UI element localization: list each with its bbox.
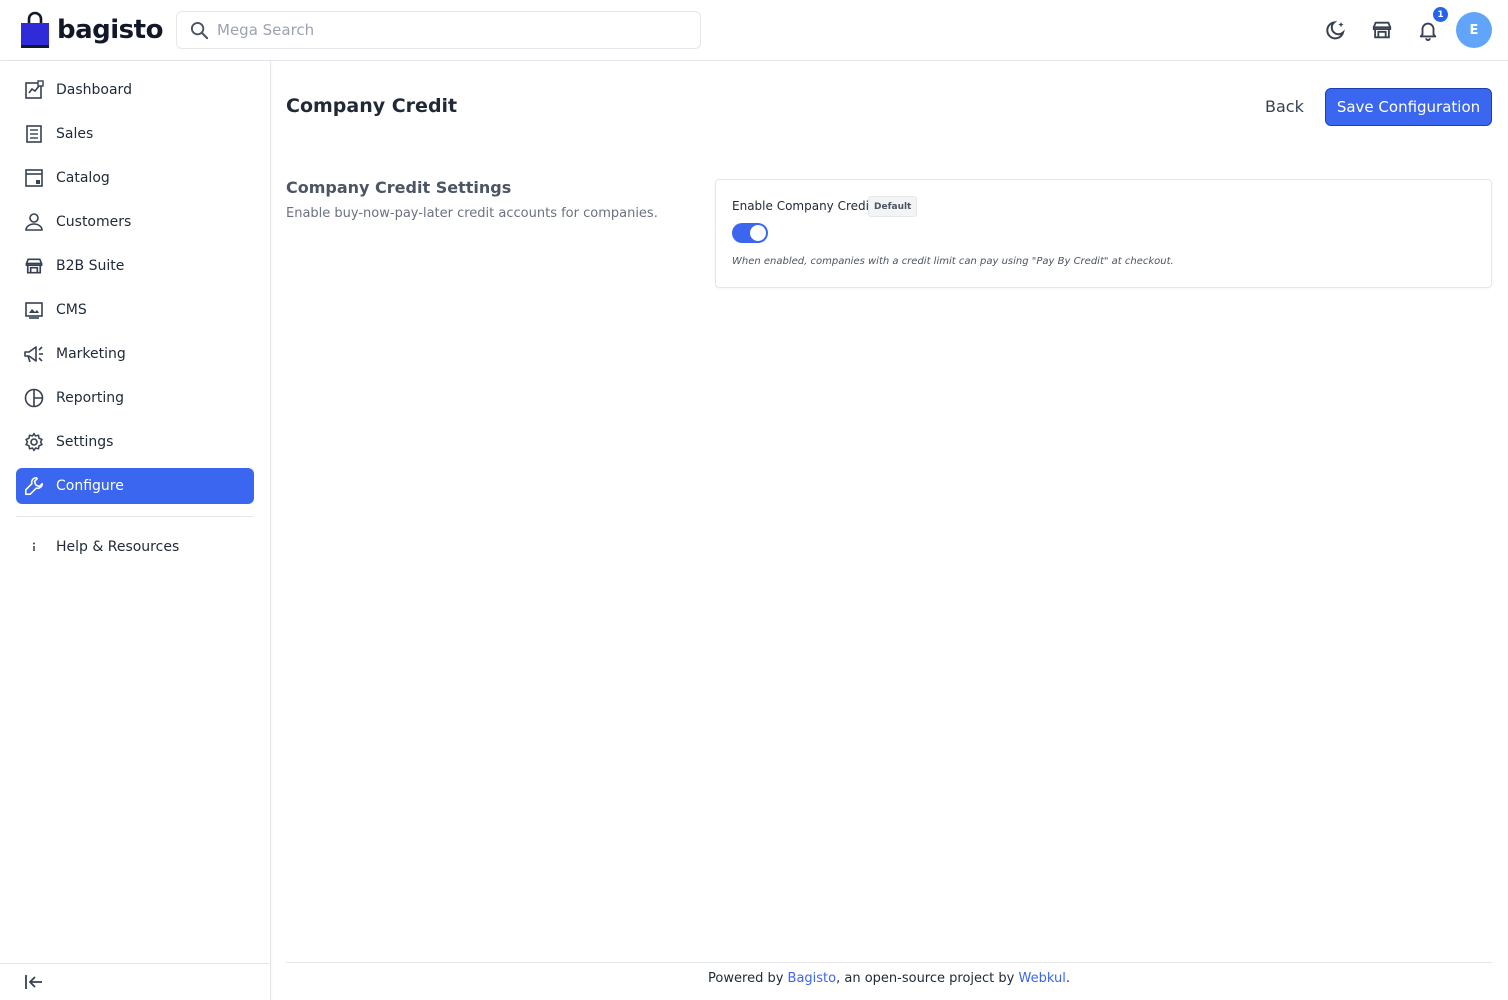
sidebar-item-configure[interactable]: Configure (16, 468, 254, 504)
collapse-left-icon (25, 975, 42, 989)
dashboard-icon (23, 79, 45, 101)
sidebar-item-label: Settings (56, 434, 114, 450)
shopping-bag-icon (21, 11, 49, 48)
info-icon (23, 536, 45, 558)
sidebar-item-label: CMS (56, 302, 87, 318)
sidebar-item-marketing[interactable]: Marketing (16, 336, 254, 372)
sidebar-item-sales[interactable]: Sales (16, 116, 254, 152)
sidebar-item-label: Help & Resources (56, 539, 180, 555)
store-icon (1372, 21, 1392, 39)
sidebar-footer-divider (0, 963, 270, 964)
sidebar-item-label: Catalog (56, 170, 110, 186)
sidebar-divider (16, 516, 254, 517)
enable-company-credit-toggle[interactable] (732, 223, 768, 243)
sidebar-item-settings[interactable]: Settings (16, 424, 254, 460)
sidebar-item-cms[interactable]: CMS (16, 292, 254, 328)
footer-middle: , an open-source project by (836, 971, 1019, 986)
toggle-knob (750, 225, 766, 241)
footer-prefix: Powered by (708, 971, 788, 986)
default-scope-chip: Default (868, 196, 918, 217)
footer-divider (286, 962, 1492, 963)
sidebar-item-label: Marketing (56, 346, 126, 362)
wrench-icon (23, 475, 45, 497)
footer-suffix: . (1065, 971, 1070, 986)
section-title: Company Credit Settings (286, 178, 512, 197)
sidebar-item-label: Reporting (56, 390, 125, 406)
megaphone-icon (23, 343, 45, 365)
top-header: bagisto 1 E (0, 0, 1508, 61)
save-configuration-button[interactable]: Save Configuration (1325, 88, 1492, 126)
sidebar-item-dashboard[interactable]: Dashboard (16, 72, 254, 108)
field-label: Enable Company Credit (732, 199, 874, 213)
gear-icon (23, 431, 45, 453)
sidebar: Dashboard Sales Catalog Customers B2B Su… (0, 61, 271, 1000)
sidebar-item-b2b-suite[interactable]: B2B Suite (16, 248, 254, 284)
storefront-link[interactable] (1369, 17, 1395, 43)
collapse-sidebar-button[interactable] (22, 971, 46, 993)
section-description: Enable buy-now-pay-later credit accounts… (286, 206, 658, 221)
footer: Powered by Bagisto, an open-source proje… (286, 971, 1492, 986)
catalog-icon (23, 167, 45, 189)
store-icon (23, 255, 45, 277)
sidebar-item-label: Customers (56, 214, 132, 230)
dark-mode-toggle[interactable] (1323, 17, 1349, 43)
search-icon (190, 21, 209, 39)
sidebar-item-label: Configure (56, 478, 124, 494)
sidebar-item-customers[interactable]: Customers (16, 204, 254, 240)
webkul-link[interactable]: Webkul (1018, 971, 1065, 986)
cms-icon (23, 299, 45, 321)
sidebar-item-label: B2B Suite (56, 258, 125, 274)
sidebar-item-label: Sales (56, 126, 94, 142)
user-avatar[interactable]: E (1456, 12, 1492, 48)
brand-name: bagisto (57, 15, 163, 45)
bagisto-link[interactable]: Bagisto (788, 971, 837, 986)
mega-search[interactable] (176, 11, 701, 49)
page-title: Company Credit (286, 95, 458, 117)
sidebar-item-catalog[interactable]: Catalog (16, 160, 254, 196)
sidebar-item-help[interactable]: Help & Resources (16, 529, 254, 565)
notification-count-badge: 1 (1431, 5, 1450, 24)
field-help-text: When enabled, companies with a credit li… (732, 256, 1174, 267)
sales-icon (23, 123, 45, 145)
sidebar-item-label: Dashboard (56, 82, 132, 98)
back-button[interactable]: Back (1255, 92, 1314, 120)
search-input[interactable] (217, 21, 677, 39)
customers-icon (23, 211, 45, 233)
settings-card: Enable Company Credit Default When enabl… (715, 179, 1492, 288)
brand-logo[interactable]: bagisto (20, 10, 163, 50)
sidebar-item-reporting[interactable]: Reporting (16, 380, 254, 416)
moon-icon (1326, 20, 1345, 40)
pie-chart-icon (23, 387, 45, 409)
